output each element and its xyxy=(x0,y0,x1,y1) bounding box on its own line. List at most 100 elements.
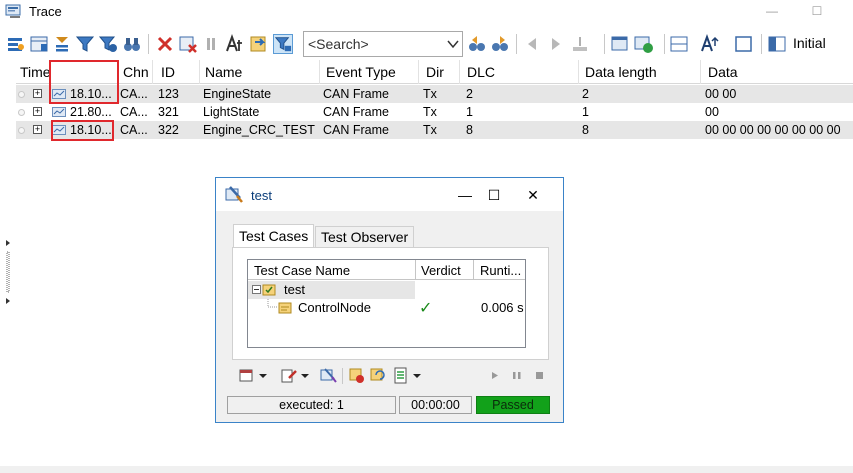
toolbar-separator xyxy=(342,368,343,384)
maximize-button[interactable]: ☐ xyxy=(802,2,832,22)
column-header-verdict[interactable]: Verdict xyxy=(421,263,461,278)
font-settings-icon[interactable] xyxy=(700,34,720,54)
minimize-button[interactable]: — xyxy=(757,2,787,22)
column-divider[interactable] xyxy=(199,60,200,84)
column-header-name[interactable]: Name xyxy=(205,64,242,80)
chevron-down-icon[interactable] xyxy=(258,367,268,384)
find-previous-icon[interactable] xyxy=(467,34,487,54)
collapse-icon[interactable] xyxy=(252,285,261,294)
tab-test-observer[interactable]: Test Observer xyxy=(315,226,415,248)
test-group-row[interactable]: test xyxy=(248,281,415,299)
dialog-maximize-button[interactable]: ☐ xyxy=(484,186,504,204)
cell-chn: CA... xyxy=(120,87,148,101)
column-header-id[interactable]: ID xyxy=(161,64,175,80)
clear-view-icon[interactable] xyxy=(178,34,198,54)
column-divider[interactable] xyxy=(578,60,579,84)
toolbar-separator xyxy=(148,34,149,54)
column-header-runtime[interactable]: Runti... xyxy=(480,263,521,278)
column-header-event-type[interactable]: Event Type xyxy=(326,64,396,80)
toolbar-separator xyxy=(604,34,605,54)
export-icon[interactable] xyxy=(249,34,269,54)
marker-icon[interactable] xyxy=(570,34,590,54)
find-next-icon[interactable] xyxy=(490,34,510,54)
detail-view-icon[interactable] xyxy=(273,34,293,54)
column-divider[interactable] xyxy=(418,60,419,84)
column-header-data-length[interactable]: Data length xyxy=(585,64,657,80)
horizontal-scrollbar[interactable] xyxy=(0,466,853,473)
expand-icon[interactable]: + xyxy=(33,125,42,134)
test-case-name: ControlNode xyxy=(298,300,371,315)
table-row[interactable]: + 18.10... CA... 322 Engine_CRC_TEST CAN… xyxy=(16,121,853,139)
dialog-close-button[interactable]: ✕ xyxy=(523,186,543,204)
refresh-icon[interactable] xyxy=(369,367,387,384)
column-config-icon[interactable] xyxy=(29,34,49,54)
verdict-pass-icon: ✓ xyxy=(419,300,433,317)
close-button[interactable] xyxy=(838,2,853,22)
toolbar-separator xyxy=(761,34,762,54)
table-row[interactable]: + 21.80... CA... 321 LightState CAN Fram… xyxy=(16,103,853,121)
color-settings-icon[interactable] xyxy=(634,34,654,54)
column-divider[interactable] xyxy=(700,60,701,84)
search-input[interactable]: <Search> xyxy=(308,36,369,52)
column-divider[interactable] xyxy=(473,260,474,280)
arrow-right-icon[interactable] xyxy=(546,34,566,54)
column-divider[interactable] xyxy=(459,60,460,84)
window-title: Trace xyxy=(29,4,62,19)
filter-config-icon[interactable] xyxy=(6,34,26,54)
splitter-grip-icon[interactable] xyxy=(5,240,11,310)
toolbar-separator xyxy=(664,34,665,54)
stop-test-icon[interactable] xyxy=(348,367,366,384)
clear-icon[interactable] xyxy=(155,34,175,54)
elapsed-time: 00:00:00 xyxy=(399,396,472,414)
split-view-icon[interactable] xyxy=(669,34,689,54)
document-icon[interactable] xyxy=(392,367,410,384)
test-module-config-icon[interactable] xyxy=(320,367,338,384)
pause-icon[interactable] xyxy=(511,367,523,384)
search-combobox[interactable]: <Search> xyxy=(303,31,463,57)
cell-data-length: 2 xyxy=(582,87,589,101)
column-header-time[interactable]: Time xyxy=(20,64,51,80)
column-divider[interactable] xyxy=(152,60,153,84)
pause-icon[interactable] xyxy=(201,34,221,54)
funnel-stop-icon[interactable] xyxy=(98,34,118,54)
view-mode-icon[interactable] xyxy=(734,34,754,54)
column-header-dlc[interactable]: DLC xyxy=(467,64,495,80)
chevron-down-icon[interactable] xyxy=(300,367,310,384)
dialog-status-bar: executed: 1 00:00:00 Passed xyxy=(227,396,554,414)
column-divider[interactable] xyxy=(319,60,320,84)
column-header-data[interactable]: Data xyxy=(708,64,738,80)
stop-icon[interactable] xyxy=(534,367,546,384)
dialog-minimize-button[interactable]: — xyxy=(455,186,475,204)
cell-chn: CA... xyxy=(120,123,148,137)
time-mode-icon[interactable] xyxy=(225,34,245,54)
cell-id: 321 xyxy=(158,105,179,119)
column-header-test-case-name[interactable]: Test Case Name xyxy=(254,263,350,278)
layout-icon[interactable] xyxy=(767,34,787,54)
play-icon[interactable] xyxy=(489,367,501,384)
sort-icon[interactable] xyxy=(52,34,72,54)
column-header-dir[interactable]: Dir xyxy=(426,64,444,80)
cell-dir: Tx xyxy=(423,123,437,137)
chevron-down-icon[interactable] xyxy=(412,367,422,384)
report-icon[interactable] xyxy=(238,367,256,384)
cell-dlc: 8 xyxy=(466,123,473,137)
column-header-chn[interactable]: Chn xyxy=(123,64,149,80)
column-divider[interactable] xyxy=(415,260,416,280)
chevron-down-icon[interactable] xyxy=(447,38,459,50)
left-splitter[interactable] xyxy=(0,60,16,468)
tab-test-cases[interactable]: Test Cases xyxy=(233,224,315,249)
window-layout-icon[interactable] xyxy=(610,34,630,54)
layout-name-label[interactable]: Initial xyxy=(793,35,826,51)
edit-icon[interactable] xyxy=(280,367,298,384)
test-case-row[interactable]: ControlNode ✓ 0.006 s xyxy=(248,299,525,317)
cell-id: 123 xyxy=(158,87,179,101)
test-case-runtime: 0.006 s xyxy=(481,300,524,315)
cell-event-type: CAN Frame xyxy=(323,105,389,119)
expand-icon[interactable]: + xyxy=(33,89,42,98)
binoculars-icon[interactable] xyxy=(122,34,142,54)
table-row[interactable]: + 18.10... CA... 123 EngineState CAN Fra… xyxy=(16,85,853,103)
expand-icon[interactable]: + xyxy=(33,107,42,116)
dialog-title-bar: test — ☐ ✕ xyxy=(216,178,563,211)
arrow-left-icon[interactable] xyxy=(522,34,542,54)
funnel-filter-icon[interactable] xyxy=(75,34,95,54)
